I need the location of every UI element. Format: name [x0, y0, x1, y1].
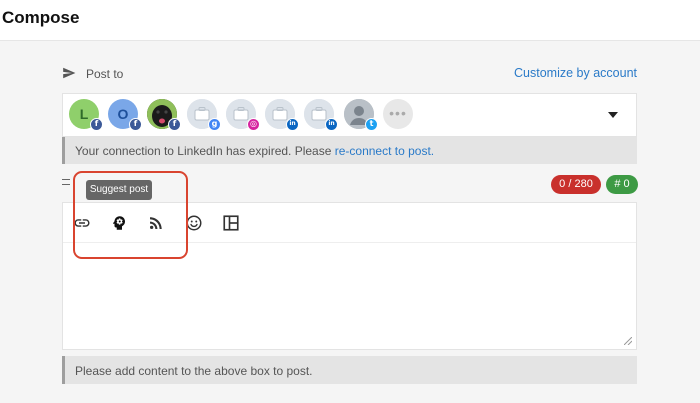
info-message: Please add content to the above box to p…: [75, 364, 313, 378]
account-avatar-6[interactable]: in: [265, 99, 299, 131]
page-title: Compose: [2, 8, 80, 27]
account-avatar-8[interactable]: t: [344, 99, 378, 131]
highlight-annotation: [73, 171, 188, 259]
empty-content-notice: Please add content to the above box to p…: [62, 356, 637, 384]
instagram-icon: ◎: [247, 118, 260, 131]
account-avatar-7[interactable]: in: [304, 99, 338, 131]
warning-text: Your connection to LinkedIn has expired.…: [75, 144, 335, 158]
character-counter-badge: 0 / 280: [551, 175, 601, 194]
warning-message: Your connection to LinkedIn has expired.…: [75, 144, 434, 158]
facebook-icon: f: [168, 118, 181, 131]
account-selector[interactable]: L f O f f g ◎ in in t •••: [62, 93, 637, 137]
account-avatar-3[interactable]: f: [147, 99, 181, 131]
twitter-icon: t: [365, 118, 378, 131]
facebook-icon: f: [90, 118, 103, 131]
linkedin-expired-warning: Your connection to LinkedIn has expired.…: [62, 137, 637, 164]
linkedin-icon: in: [325, 118, 338, 131]
post-to-row: Post to Customize by account: [62, 66, 637, 84]
resize-handle-icon[interactable]: [624, 337, 632, 345]
drag-handle-icon: [62, 179, 70, 185]
account-avatar-5[interactable]: ◎: [226, 99, 260, 131]
more-accounts-button[interactable]: •••: [383, 99, 413, 129]
chevron-down-icon[interactable]: [608, 112, 618, 118]
compose-header: Compose: [0, 0, 700, 41]
reconnect-link[interactable]: re-connect to post.: [335, 144, 434, 158]
layout-icon[interactable]: [222, 214, 240, 232]
facebook-icon: f: [129, 118, 142, 131]
post-to-label: Post to: [86, 67, 124, 81]
account-avatar-1[interactable]: L f: [69, 99, 103, 131]
hashtag-counter-badge: # 0: [606, 175, 638, 194]
account-avatar-2[interactable]: O f: [108, 99, 142, 131]
customize-by-account-link[interactable]: Customize by account: [514, 66, 637, 80]
google-my-business-icon: g: [208, 118, 221, 131]
linkedin-icon: in: [286, 118, 299, 131]
account-avatar-4[interactable]: g: [187, 99, 221, 131]
send-icon: [63, 67, 76, 79]
